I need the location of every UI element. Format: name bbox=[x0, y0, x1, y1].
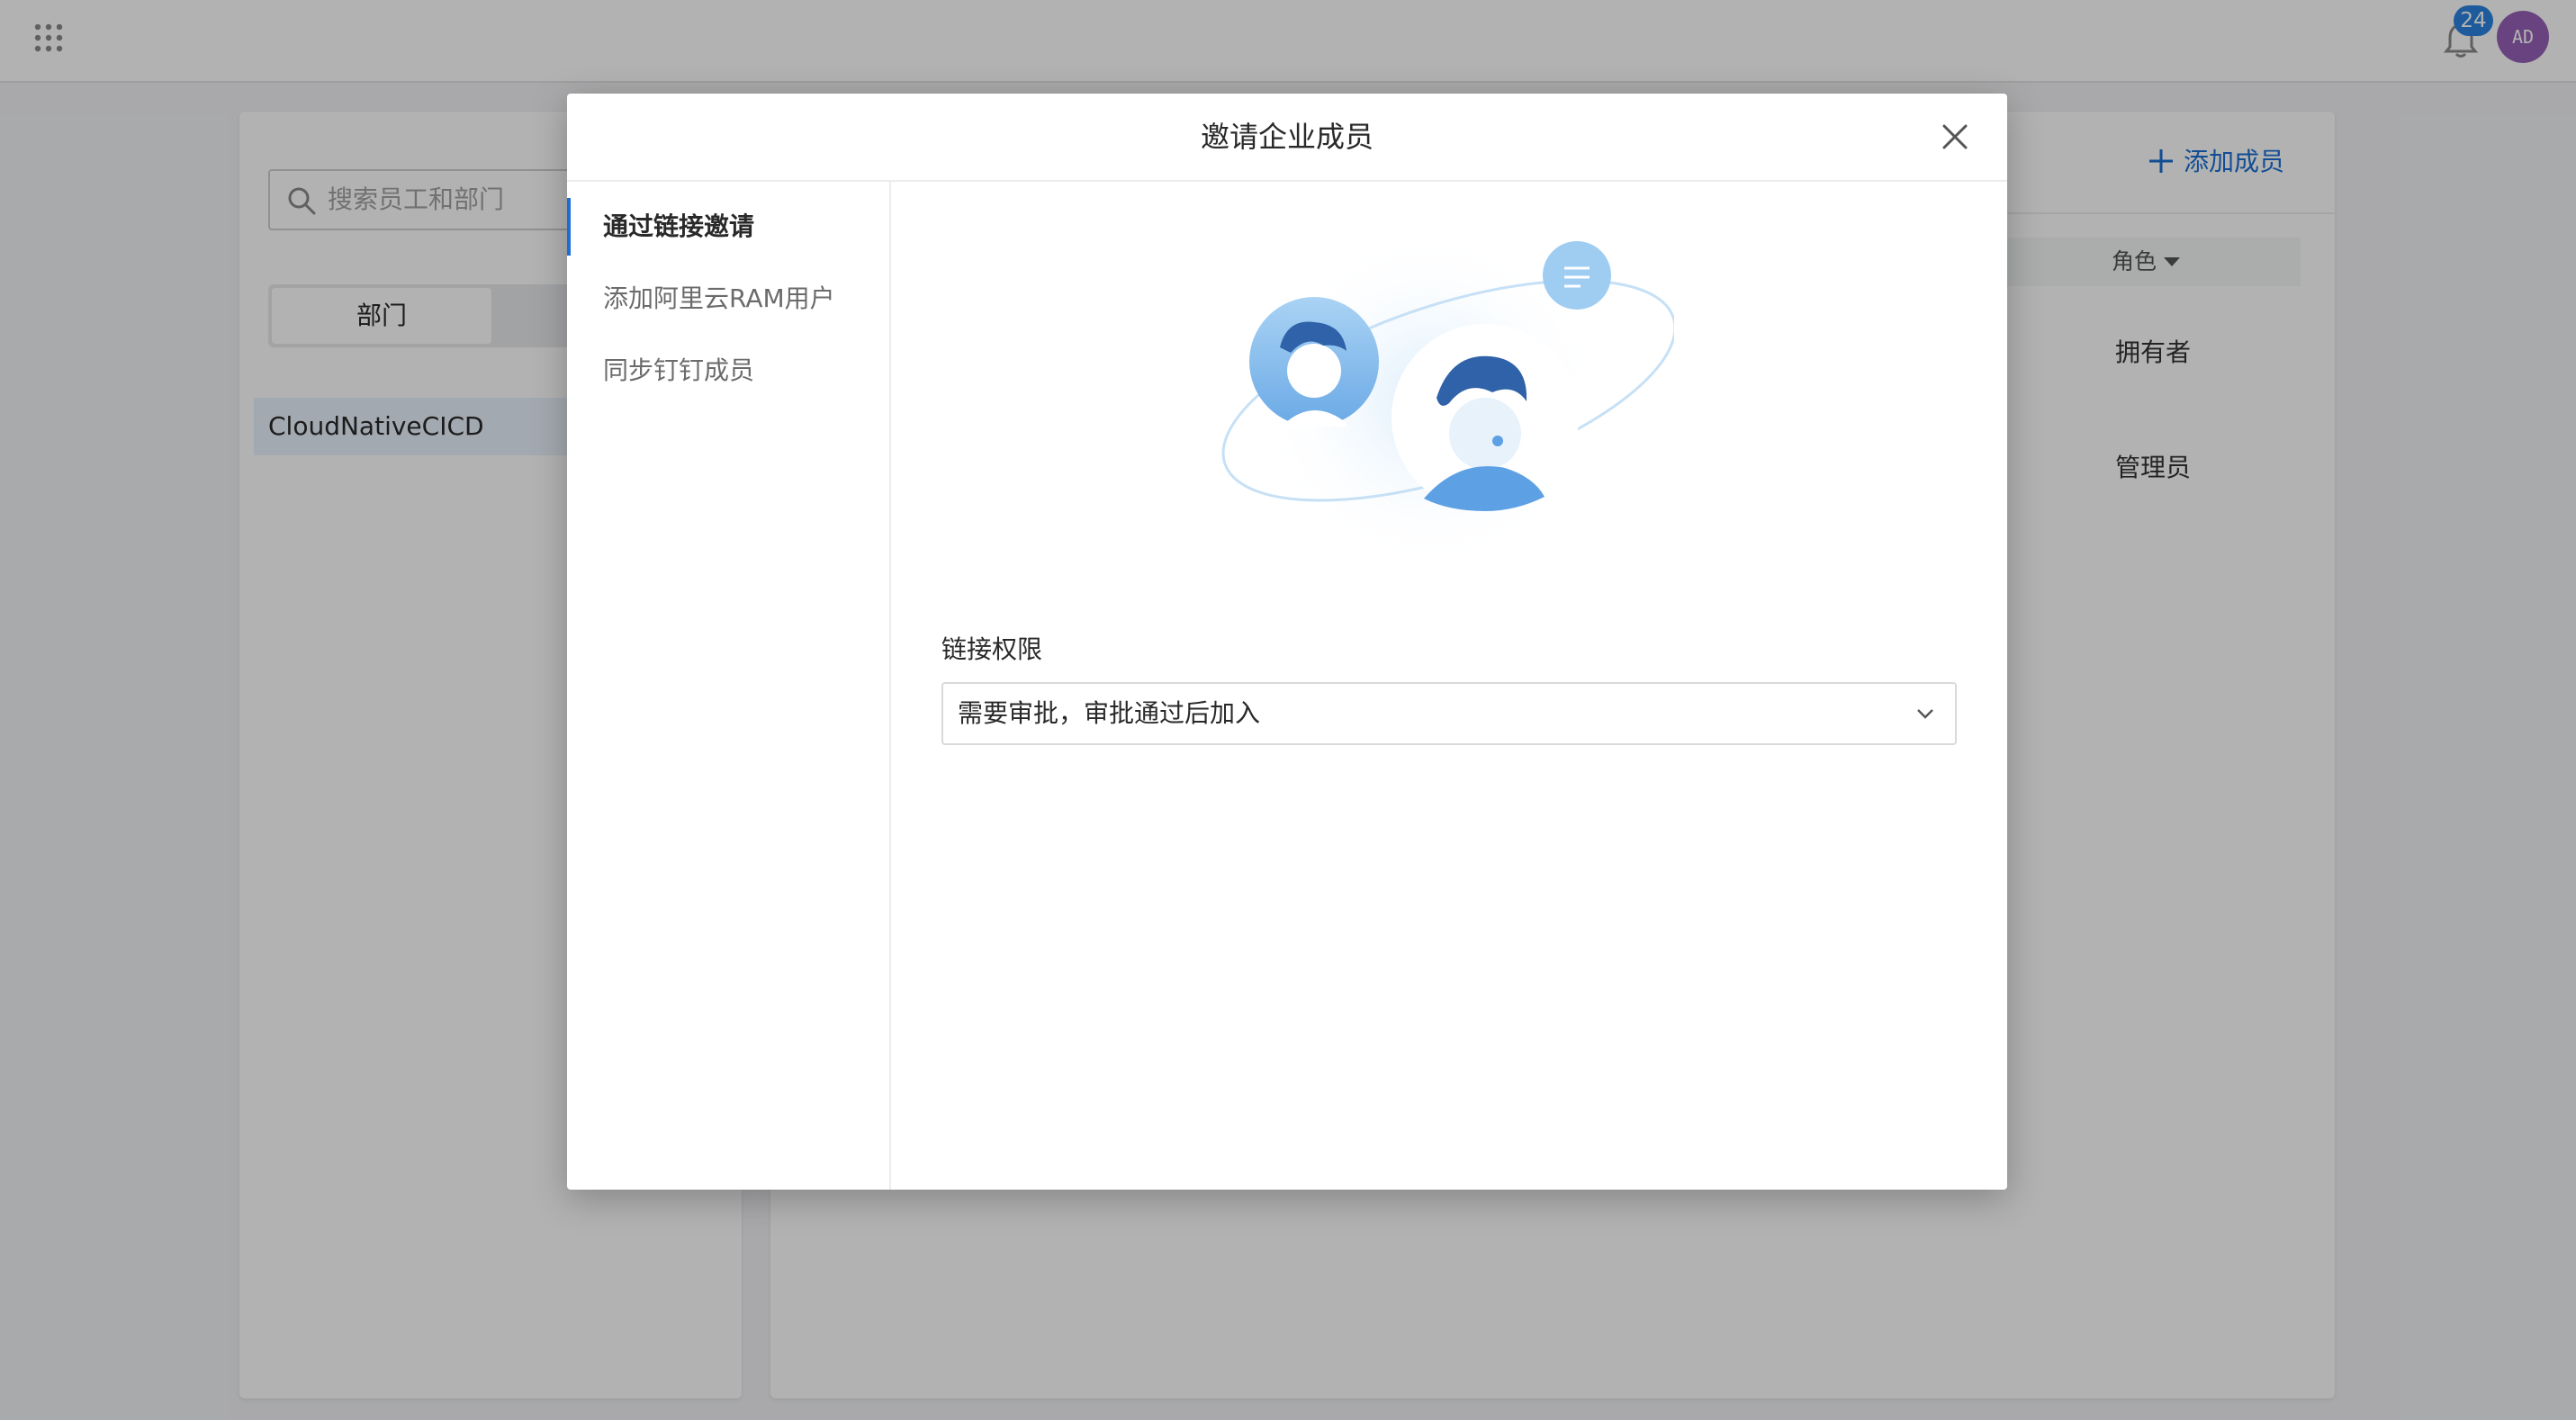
invite-illustration bbox=[1221, 229, 1674, 571]
nav-invite-by-link[interactable]: 通过链接邀请 bbox=[567, 198, 889, 256]
dialog-title: 邀请企业成员 bbox=[1200, 120, 1374, 154]
invite-method-nav: 通过链接邀请 添加阿里云RAM用户 同步钉钉成员 bbox=[567, 182, 891, 1190]
dialog-header: 邀请企业成员 bbox=[567, 94, 2007, 182]
nav-add-ram-user[interactable]: 添加阿里云RAM用户 bbox=[567, 270, 889, 328]
link-permission-label: 链接权限 bbox=[941, 634, 1043, 664]
chevron-down-icon bbox=[1917, 709, 1933, 719]
link-permission-value: 需要审批，审批通过后加入 bbox=[958, 698, 1261, 728]
invite-members-dialog: 邀请企业成员 通过链接邀请 添加阿里云RAM用户 同步钉钉成员 链接权限 需要审… bbox=[567, 94, 2007, 1190]
link-permission-select[interactable]: 需要审批，审批通过后加入 bbox=[941, 682, 1957, 745]
nav-sync-dingtalk[interactable]: 同步钉钉成员 bbox=[567, 342, 889, 400]
close-icon[interactable] bbox=[1937, 119, 1973, 155]
